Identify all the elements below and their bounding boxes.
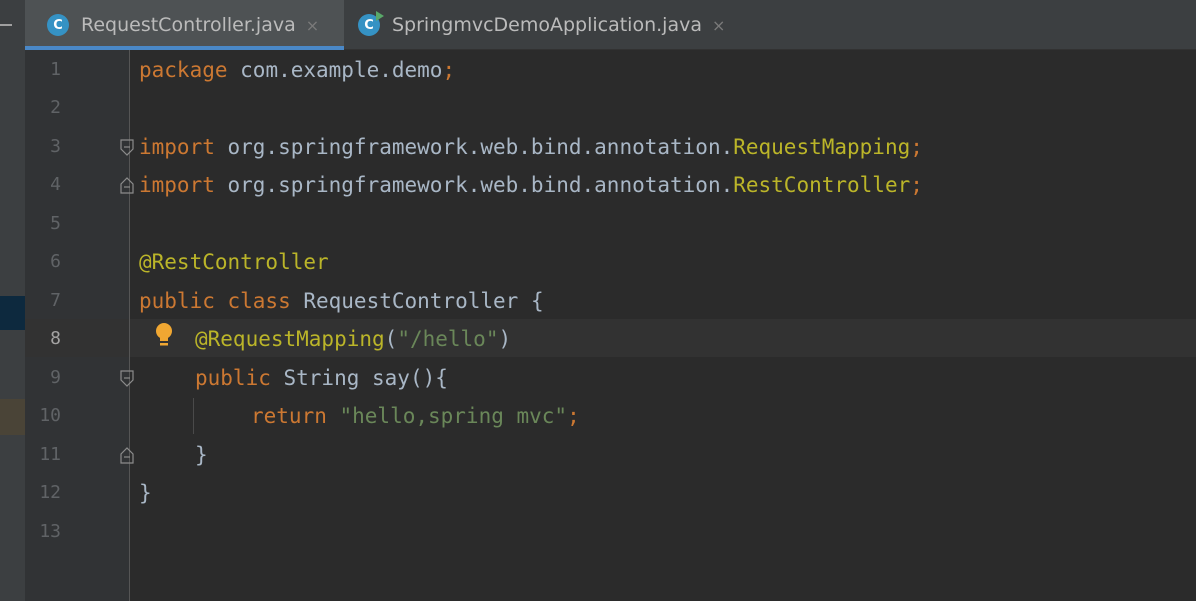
- code-line-3[interactable]: import org.springframework.web.bind.anno…: [139, 128, 923, 166]
- minimize-panel-icon[interactable]: [0, 24, 12, 26]
- fold-end-icon[interactable]: [120, 176, 134, 194]
- code-line-10[interactable]: return "hello,spring mvc";: [251, 397, 580, 435]
- close-icon[interactable]: ×: [712, 16, 725, 35]
- tab-springmvc-demo-application[interactable]: C SpringmvcDemoApplication.java ×: [358, 0, 725, 50]
- line-number: 13: [39, 521, 61, 542]
- line-number: 12: [39, 482, 61, 503]
- code-line-7[interactable]: public class RequestController {: [139, 282, 544, 320]
- java-class-icon: C: [47, 14, 69, 36]
- line-number-current: 8: [50, 328, 61, 349]
- line-number: 9: [50, 367, 61, 388]
- project-panel-edge: [0, 0, 25, 601]
- code-line-8[interactable]: @RequestMapping("/hello"): [195, 320, 511, 358]
- code-line-9[interactable]: public String say(){: [195, 359, 448, 397]
- line-number: 4: [50, 174, 61, 195]
- line-number: 1: [50, 59, 61, 80]
- indent-guide: [193, 398, 194, 434]
- line-number: 7: [50, 290, 61, 311]
- tab-label: SpringmvcDemoApplication.java: [392, 14, 702, 36]
- editor-tab-bar: C RequestController.java × C SpringmvcDe…: [25, 0, 1196, 50]
- line-number: 10: [39, 405, 61, 426]
- tab-request-controller[interactable]: C RequestController.java ×: [25, 0, 344, 50]
- line-number: 11: [39, 444, 61, 465]
- code-line-11[interactable]: }: [195, 436, 208, 474]
- project-tree-selection[interactable]: [0, 296, 25, 330]
- line-number: 3: [50, 136, 61, 157]
- line-number: 2: [50, 97, 61, 118]
- code-line-6[interactable]: @RestController: [139, 243, 329, 281]
- fold-start-icon[interactable]: [120, 139, 134, 157]
- close-icon[interactable]: ×: [306, 16, 319, 35]
- gutter-separator: [129, 50, 130, 601]
- tab-label: RequestController.java: [81, 14, 296, 36]
- fold-end-icon[interactable]: [120, 446, 134, 464]
- code-line-1[interactable]: package com.example.demo;: [139, 51, 455, 89]
- fold-start-icon[interactable]: [120, 370, 134, 388]
- code-line-12[interactable]: }: [139, 474, 152, 512]
- java-runnable-class-icon: C: [358, 11, 384, 36]
- code-line-4[interactable]: import org.springframework.web.bind.anno…: [139, 166, 923, 204]
- line-number: 5: [50, 213, 61, 234]
- lightbulb-icon[interactable]: [154, 322, 174, 350]
- line-number: 6: [50, 251, 61, 272]
- project-tree-highlight[interactable]: [0, 399, 25, 435]
